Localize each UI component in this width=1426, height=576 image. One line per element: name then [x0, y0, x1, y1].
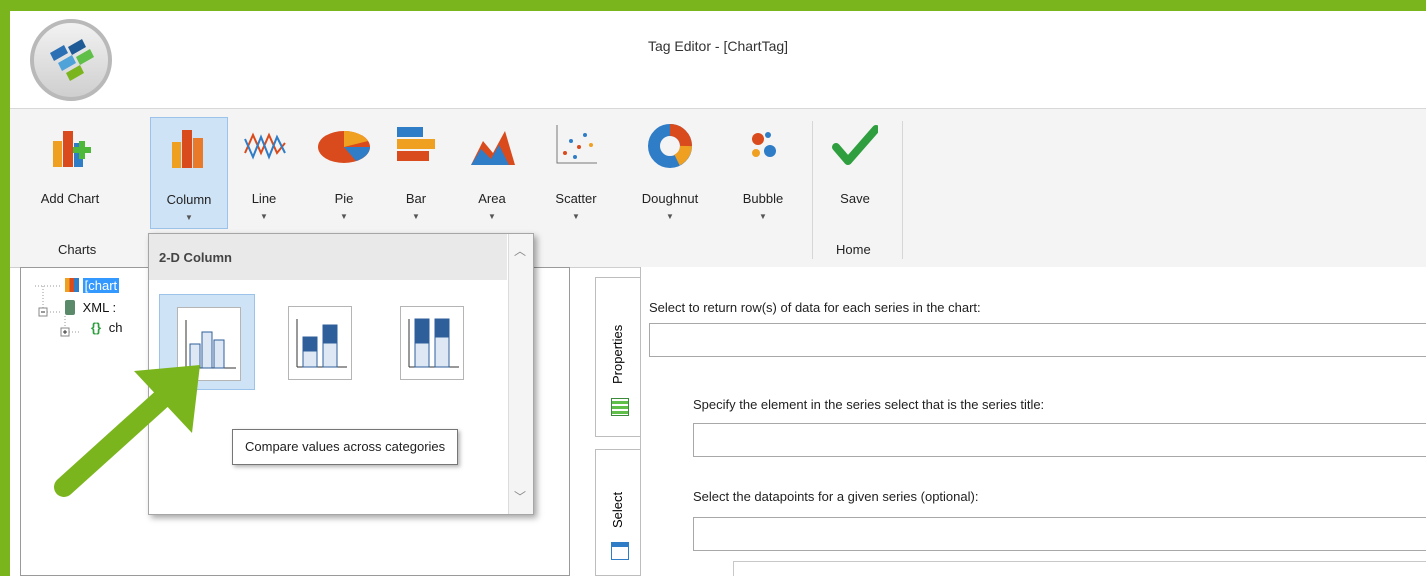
pie-label: Pie [334, 191, 354, 206]
doughnut-button[interactable]: Doughnut ▼ [626, 117, 714, 229]
area-button[interactable]: Area ▼ [462, 117, 522, 229]
pie-button[interactable]: Pie ▼ [312, 117, 376, 229]
bar-dropdown-arrow-icon: ▼ [412, 212, 420, 221]
area-chart-icon [469, 123, 515, 169]
database-icon [65, 300, 75, 315]
area-dropdown-arrow-icon: ▼ [488, 212, 496, 221]
add-chart-label: Add Chart [40, 191, 100, 206]
tree-item-label: XML : [82, 300, 117, 315]
column-button[interactable]: Column ▼ [150, 117, 228, 229]
datapoints-label: Select the datapoints for a given series… [693, 489, 979, 504]
add-chart-button[interactable]: Add Chart [28, 117, 112, 229]
datapoints-input[interactable] [693, 517, 1426, 551]
scatter-button[interactable]: Scatter ▼ [546, 117, 606, 229]
scroll-down-icon[interactable]: ﹀ [514, 488, 526, 505]
pie-chart-icon [316, 123, 372, 169]
properties-icon [611, 398, 629, 416]
bubble-label: Bubble [742, 191, 784, 206]
scatter-chart-icon [553, 123, 599, 169]
bubble-chart-icon [740, 123, 786, 169]
bubble-dropdown-arrow-icon: ▼ [759, 212, 767, 221]
bubble-button[interactable]: Bubble ▼ [732, 117, 794, 229]
tag-editor-window: Tag Editor - [ChartTag] Add Chart Column… [10, 11, 1426, 576]
series-title-label: Specify the element in the series select… [693, 397, 1045, 412]
tree-item-chart[interactable]: [chart [65, 278, 120, 293]
tab-select[interactable]: Select [595, 449, 641, 576]
side-tabs: Properties Select [595, 277, 641, 576]
scatter-label: Scatter [555, 191, 597, 206]
tab-select-label: Select [610, 491, 625, 528]
series-select-input[interactable] [649, 323, 1426, 357]
doughnut-chart-icon [647, 123, 693, 169]
line-button[interactable]: Line ▼ [236, 117, 292, 229]
title-bar: Tag Editor - [ChartTag] [10, 11, 1426, 109]
braces-icon: {} [91, 320, 102, 335]
tab-properties-label: Properties [610, 324, 625, 384]
tree-item-ch[interactable]: {} ch [91, 320, 122, 335]
window-title: Tag Editor - [ChartTag] [647, 38, 789, 54]
save-label: Save [840, 191, 870, 206]
doughnut-label: Doughnut [641, 191, 699, 206]
scatter-dropdown-arrow-icon: ▼ [572, 212, 580, 221]
line-dropdown-arrow-icon: ▼ [260, 212, 268, 221]
100-stacked-column-option[interactable] [383, 294, 479, 390]
home-group-label: Home [836, 242, 871, 257]
select-form: Select to return row(s) of data for each… [640, 267, 1426, 576]
stacked-column-icon [288, 306, 352, 380]
app-logo-icon[interactable] [30, 19, 112, 101]
popup-scrollbar[interactable]: ︿ ﹀ [508, 234, 533, 514]
series-title-input[interactable] [693, 423, 1426, 457]
add-chart-icon [47, 123, 93, 169]
line-label: Line [251, 191, 277, 206]
line-chart-icon [241, 123, 287, 169]
bar-label: Bar [405, 191, 427, 206]
green-arrow-annotation [54, 365, 200, 497]
tooltip: Compare values across categories [232, 429, 459, 465]
scroll-up-icon[interactable]: ︿ [514, 242, 526, 259]
tree-item-label: ch [108, 320, 123, 335]
save-button[interactable]: Save [822, 117, 888, 229]
pie-dropdown-arrow-icon: ▼ [340, 212, 348, 221]
tab-properties[interactable]: Properties [595, 277, 641, 437]
chart-node-icon [65, 278, 79, 292]
nested-field-frame [733, 561, 1426, 576]
bar-chart-icon [393, 123, 439, 169]
ribbon-group-separator [812, 121, 813, 259]
popup-header: 2-D Column [149, 234, 507, 280]
ribbon-group-separator [902, 121, 903, 259]
column-dropdown-arrow-icon: ▼ [185, 213, 193, 222]
checkmark-icon [832, 123, 880, 169]
column-label: Column [166, 192, 212, 207]
100-stacked-column-icon [400, 306, 464, 380]
bar-button[interactable]: Bar ▼ [388, 117, 444, 229]
tree-item-xml[interactable]: XML : [65, 300, 116, 315]
doughnut-dropdown-arrow-icon: ▼ [666, 212, 674, 221]
area-label: Area [478, 191, 506, 206]
column-chart-icon [166, 124, 212, 170]
charts-group-label: Charts [58, 242, 97, 257]
tree-item-label: [chart [82, 278, 120, 293]
stacked-column-option[interactable] [271, 294, 367, 390]
select-table-icon [611, 542, 629, 560]
series-select-label: Select to return row(s) of data for each… [649, 300, 981, 315]
